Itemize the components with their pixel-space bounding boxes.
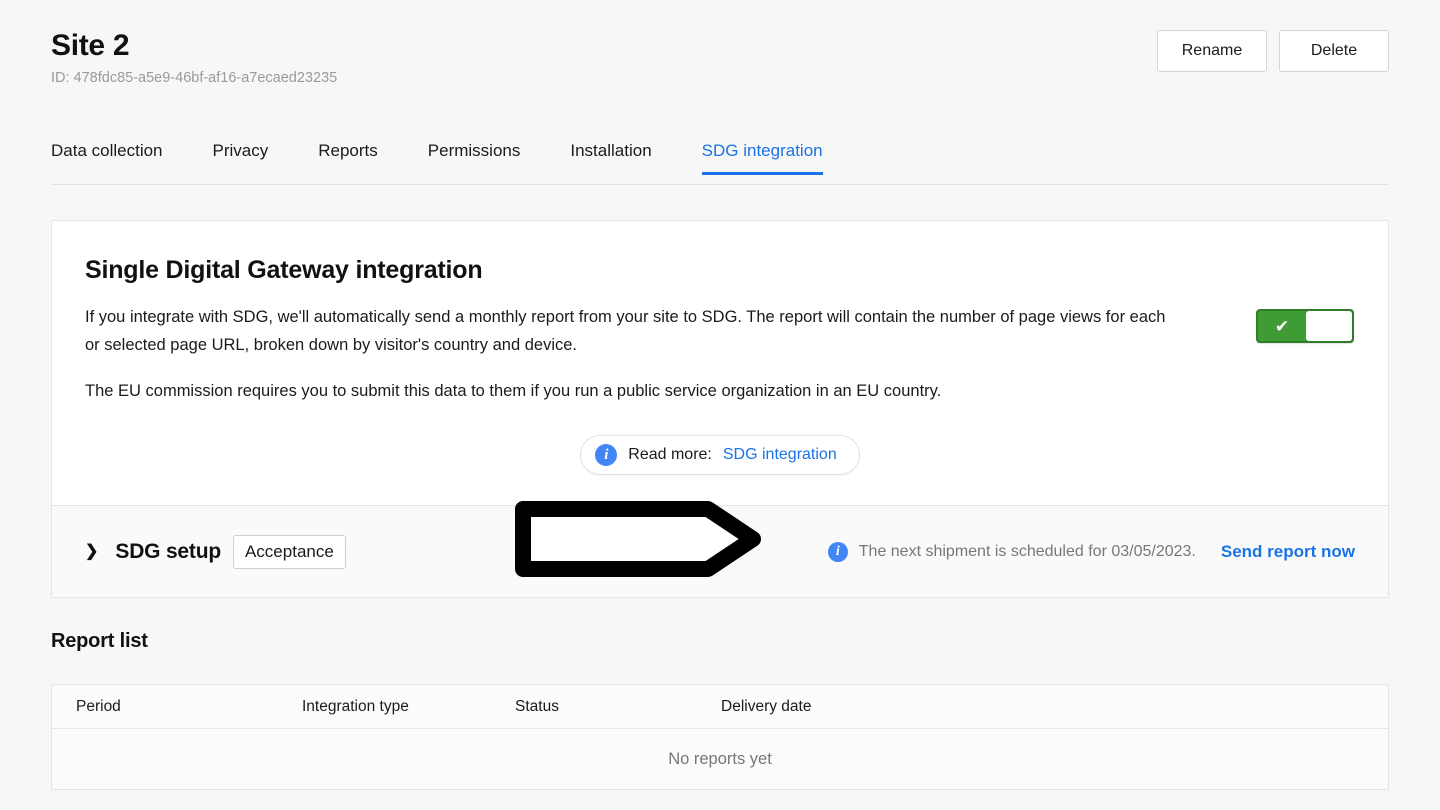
read-more-row: i Read more: SDG integration: [85, 435, 1355, 475]
tab-reports[interactable]: Reports: [318, 140, 378, 174]
sdg-integration-card: Single Digital Gateway integration If yo…: [51, 220, 1389, 598]
read-more-pill: i Read more: SDG integration: [580, 435, 860, 475]
column-header-period: Period: [76, 697, 121, 715]
toggle-knob: [1306, 311, 1352, 341]
tab-bar: Data collection Privacy Reports Permissi…: [51, 140, 1389, 185]
sdg-card-body: Single Digital Gateway integration If yo…: [52, 221, 1388, 505]
tab-sdg-integration[interactable]: SDG integration: [701, 140, 823, 175]
tab-installation[interactable]: Installation: [570, 140, 651, 174]
report-list-heading: Report list: [51, 630, 148, 652]
column-header-integration-type: Integration type: [302, 697, 409, 715]
delete-button[interactable]: Delete: [1279, 30, 1389, 72]
chevron-right-icon[interactable]: ❯: [85, 543, 98, 560]
info-icon: i: [595, 444, 618, 466]
tab-privacy[interactable]: Privacy: [213, 140, 269, 174]
sdg-integration-toggle[interactable]: ✔: [1256, 309, 1354, 343]
header-actions: Rename Delete: [1157, 30, 1389, 72]
report-list-table: Period Integration type Status Delivery …: [51, 684, 1389, 790]
shipment-info: i The next shipment is scheduled for 03/…: [827, 541, 1355, 562]
column-header-status: Status: [515, 697, 559, 715]
column-header-delivery-date: Delivery date: [721, 697, 812, 715]
page-root: Site 2 ID: 478fdc85-a5e9-46bf-af16-a7eca…: [0, 0, 1440, 810]
card-title: Single Digital Gateway integration: [85, 256, 483, 284]
rename-button[interactable]: Rename: [1157, 30, 1267, 72]
sdg-setup-label: SDG setup: [115, 539, 221, 563]
sdg-setup-row: ❯ SDG setup Acceptance i The next shipme…: [52, 505, 1388, 597]
info-icon: i: [827, 541, 848, 562]
card-paragraph-2: The EU commission requires you to submit…: [85, 382, 942, 400]
table-header-row: Period Integration type Status Delivery …: [52, 685, 1388, 729]
card-paragraph-1: If you integrate with SDG, we'll automat…: [85, 308, 1166, 354]
send-report-now-button[interactable]: Send report now: [1221, 542, 1355, 562]
read-more-link[interactable]: SDG integration: [723, 446, 837, 464]
next-shipment-text: The next shipment is scheduled for 03/05…: [858, 542, 1196, 560]
acceptance-button[interactable]: Acceptance: [232, 534, 346, 569]
read-more-label: Read more:: [628, 446, 712, 463]
table-empty-state: No reports yet: [668, 749, 772, 768]
page-header: Site 2 ID: 478fdc85-a5e9-46bf-af16-a7eca…: [51, 28, 1389, 98]
tab-data-collection[interactable]: Data collection: [51, 140, 163, 174]
check-icon: ✔: [1274, 316, 1290, 336]
tab-permissions[interactable]: Permissions: [428, 140, 521, 174]
